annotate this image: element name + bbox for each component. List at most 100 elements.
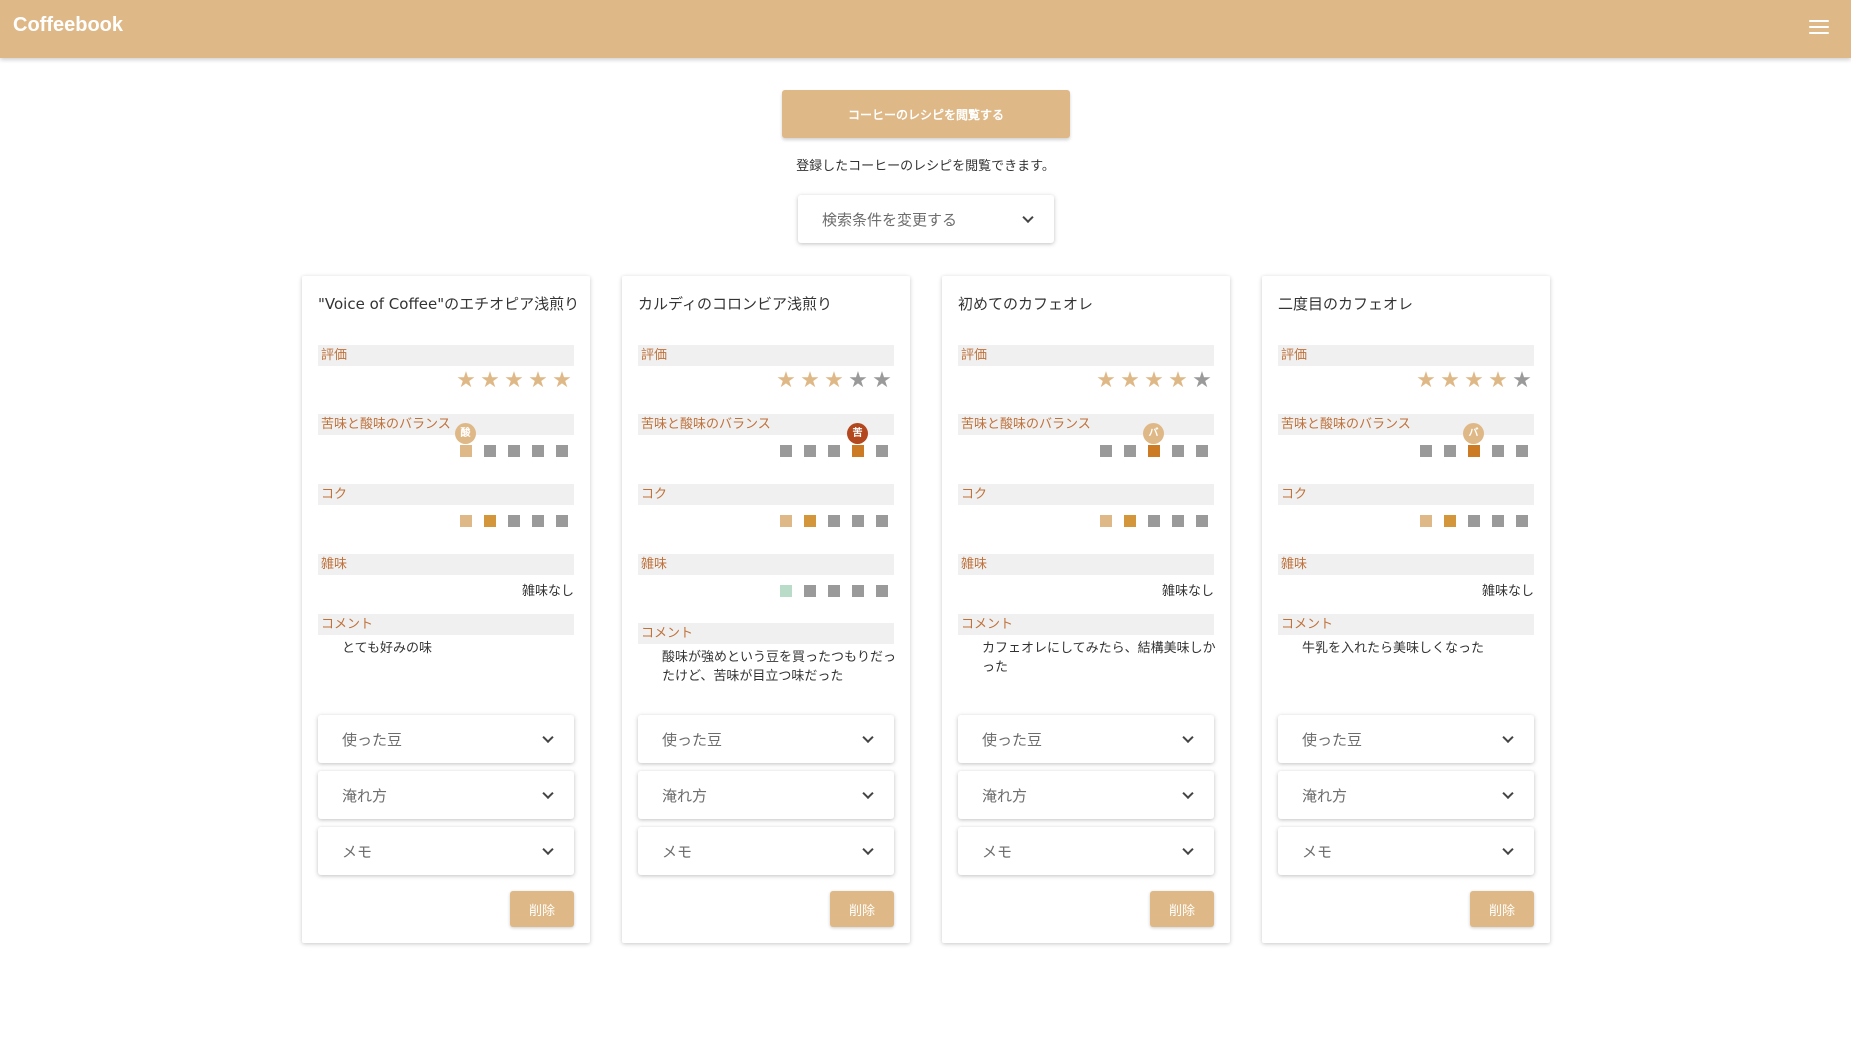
rating-label: 評価 bbox=[638, 345, 894, 366]
balance-label: 苦味と酸味のバランス bbox=[318, 414, 574, 435]
body-label: コク bbox=[1278, 484, 1534, 505]
off-flavor-label: 雑味 bbox=[318, 554, 574, 575]
balance-square: 苦 bbox=[847, 423, 868, 457]
balance-square bbox=[532, 445, 544, 457]
body-square bbox=[1196, 515, 1208, 527]
star-icon: ★ bbox=[1120, 368, 1140, 393]
beans-expander-label: 使った豆 bbox=[982, 730, 1043, 749]
star-icon: ★ bbox=[528, 368, 548, 393]
balance-badge: バ bbox=[1143, 423, 1164, 444]
star-icon: ★ bbox=[1464, 368, 1484, 393]
delete-button[interactable]: 削除 bbox=[510, 891, 574, 927]
comment-label: コメント bbox=[638, 623, 894, 644]
balance-scale: 酸 bbox=[455, 423, 568, 457]
app-bar: Coffeebook bbox=[0, 0, 1851, 58]
balance-square bbox=[1100, 445, 1112, 457]
brew-method-expander-label: 淹れ方 bbox=[982, 786, 1028, 805]
balance-square bbox=[780, 445, 792, 457]
body-square bbox=[532, 515, 544, 527]
body-square bbox=[460, 515, 472, 527]
off-flavor-square bbox=[876, 585, 888, 597]
rating-stars: ★ ★ ★ ★ ★ bbox=[774, 369, 894, 393]
balance-square bbox=[508, 445, 520, 457]
body-square bbox=[1516, 515, 1528, 527]
brew-method-expander[interactable]: 淹れ方 bbox=[318, 771, 574, 819]
body-square bbox=[1148, 515, 1160, 527]
balance-label: 苦味と酸味のバランス bbox=[1278, 414, 1534, 435]
delete-button[interactable]: 削除 bbox=[1470, 891, 1534, 927]
balance-square: 酸 bbox=[455, 423, 476, 457]
chevron-down-icon bbox=[1182, 843, 1194, 856]
memo-expander[interactable]: メモ bbox=[638, 827, 894, 875]
star-icon: ★ bbox=[1168, 368, 1188, 393]
brew-method-expander-label: 淹れ方 bbox=[342, 786, 388, 805]
brew-method-expander[interactable]: 淹れ方 bbox=[958, 771, 1214, 819]
body-label: コク bbox=[638, 484, 894, 505]
chevron-down-icon bbox=[1502, 787, 1514, 800]
body-square bbox=[852, 515, 864, 527]
hamburger-menu-icon[interactable] bbox=[1809, 20, 1829, 36]
balance-square bbox=[1124, 445, 1136, 457]
off-flavor-square bbox=[804, 585, 816, 597]
body-square bbox=[804, 515, 816, 527]
body-square bbox=[1468, 515, 1480, 527]
beans-expander-label: 使った豆 bbox=[342, 730, 403, 749]
body-scale bbox=[460, 515, 568, 527]
balance-square bbox=[1196, 445, 1208, 457]
brew-method-expander-label: 淹れ方 bbox=[662, 786, 708, 805]
balance-square bbox=[876, 445, 888, 457]
comment-label: コメント bbox=[958, 614, 1214, 635]
comment-text: 牛乳を入れたら美味しくなった bbox=[1302, 641, 1485, 656]
search-conditions-dropdown[interactable]: 検索条件を変更する bbox=[798, 195, 1054, 243]
body-square bbox=[484, 515, 496, 527]
beans-expander[interactable]: 使った豆 bbox=[1278, 715, 1534, 763]
comment-text: とても好みの味 bbox=[342, 641, 432, 656]
balance-square bbox=[1516, 445, 1528, 457]
balance-square bbox=[484, 445, 496, 457]
card-title: "Voice of Coffee"のエチオピア浅煎り bbox=[318, 295, 580, 313]
balance-scale: バ bbox=[1420, 423, 1528, 457]
page-subtitle: 登録したコーヒーのレシピを閲覧できます。 bbox=[796, 159, 1055, 174]
beans-expander[interactable]: 使った豆 bbox=[638, 715, 894, 763]
star-icon: ★ bbox=[1096, 368, 1116, 393]
app-title[interactable]: Coffeebook bbox=[13, 14, 123, 37]
brew-method-expander[interactable]: 淹れ方 bbox=[638, 771, 894, 819]
beans-expander[interactable]: 使った豆 bbox=[958, 715, 1214, 763]
beans-expander[interactable]: 使った豆 bbox=[318, 715, 574, 763]
body-label: コク bbox=[318, 484, 574, 505]
rating-label: 評価 bbox=[1278, 345, 1534, 366]
delete-button[interactable]: 削除 bbox=[830, 891, 894, 927]
card-title: 二度目のカフェオレ bbox=[1278, 295, 1414, 313]
star-icon: ★ bbox=[872, 368, 892, 393]
off-flavor-value: 雑味なし bbox=[521, 584, 574, 599]
balance-label: 苦味と酸味のバランス bbox=[958, 414, 1214, 435]
body-square bbox=[1492, 515, 1504, 527]
delete-button[interactable]: 削除 bbox=[1150, 891, 1214, 927]
off-flavor-value: 雑味なし bbox=[1161, 584, 1214, 599]
memo-expander[interactable]: メモ bbox=[318, 827, 574, 875]
body-square bbox=[1420, 515, 1432, 527]
memo-expander[interactable]: メモ bbox=[1278, 827, 1534, 875]
chevron-down-icon bbox=[1182, 787, 1194, 800]
rating-stars: ★ ★ ★ ★ ★ bbox=[454, 369, 574, 393]
rating-label: 評価 bbox=[958, 345, 1214, 366]
beans-expander-label: 使った豆 bbox=[662, 730, 723, 749]
balance-square: バ bbox=[1143, 423, 1164, 457]
star-icon: ★ bbox=[552, 368, 572, 393]
memo-expander[interactable]: メモ bbox=[958, 827, 1214, 875]
balance-square bbox=[804, 445, 816, 457]
chevron-down-icon bbox=[1502, 843, 1514, 856]
body-square bbox=[1172, 515, 1184, 527]
balance-square bbox=[556, 445, 568, 457]
star-icon: ★ bbox=[776, 368, 796, 393]
chevron-down-icon bbox=[1022, 211, 1034, 224]
brew-method-expander[interactable]: 淹れ方 bbox=[1278, 771, 1534, 819]
balance-square bbox=[1492, 445, 1504, 457]
balance-scale: バ bbox=[1100, 423, 1208, 457]
off-flavor-square bbox=[852, 585, 864, 597]
body-scale bbox=[780, 515, 888, 527]
view-recipes-button[interactable]: コーヒーのレシピを閲覧する bbox=[782, 90, 1070, 138]
body-square bbox=[1124, 515, 1136, 527]
off-flavor-square bbox=[780, 585, 792, 597]
chevron-down-icon bbox=[542, 843, 554, 856]
